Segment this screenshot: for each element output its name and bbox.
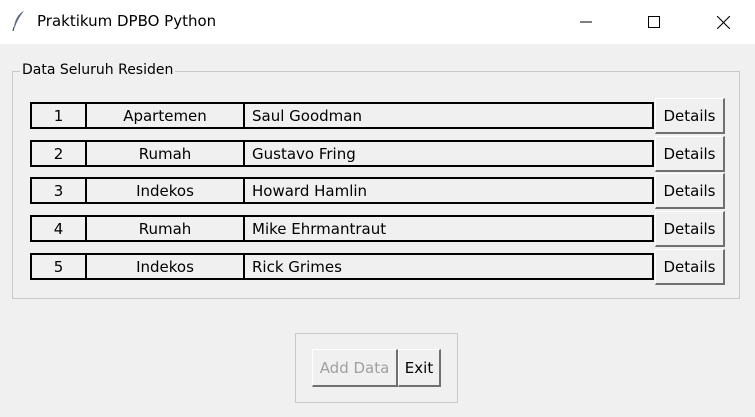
resident-name: Rick Grimes: [243, 253, 654, 280]
resident-name: Howard Hamlin: [243, 177, 654, 204]
close-icon: [716, 15, 730, 29]
resident-name: Gustavo Fring: [243, 140, 654, 167]
minimize-icon: [580, 21, 592, 23]
minimize-button[interactable]: [563, 0, 609, 44]
details-button[interactable]: Details: [655, 136, 725, 172]
details-button[interactable]: Details: [655, 98, 725, 134]
resident-type: Indekos: [85, 253, 245, 280]
add-data-button[interactable]: Add Data: [312, 349, 398, 387]
resident-type: Apartemen: [85, 102, 245, 129]
exit-button[interactable]: Exit: [398, 349, 441, 387]
details-button[interactable]: Details: [655, 249, 725, 285]
resident-type: Rumah: [85, 140, 245, 167]
resident-type: Rumah: [85, 215, 245, 242]
resident-name: Saul Goodman: [243, 102, 654, 129]
title-bar: Praktikum DPBO Python: [0, 0, 755, 44]
close-button[interactable]: [700, 0, 746, 44]
details-button[interactable]: Details: [655, 173, 725, 209]
details-button[interactable]: Details: [655, 211, 725, 247]
resident-name: Mike Ehrmantraut: [243, 215, 654, 242]
frame-label: Data Seluruh Residen: [20, 62, 176, 78]
resident-type: Indekos: [85, 177, 245, 204]
maximize-icon: [648, 16, 660, 28]
resident-number: 3: [30, 177, 87, 204]
resident-number: 5: [30, 253, 87, 280]
resident-number: 4: [30, 215, 87, 242]
window-title: Praktikum DPBO Python: [37, 12, 217, 30]
resident-number: 1: [30, 102, 87, 129]
maximize-button[interactable]: [631, 0, 677, 44]
feather-icon: [12, 11, 24, 32]
resident-number: 2: [30, 140, 87, 167]
